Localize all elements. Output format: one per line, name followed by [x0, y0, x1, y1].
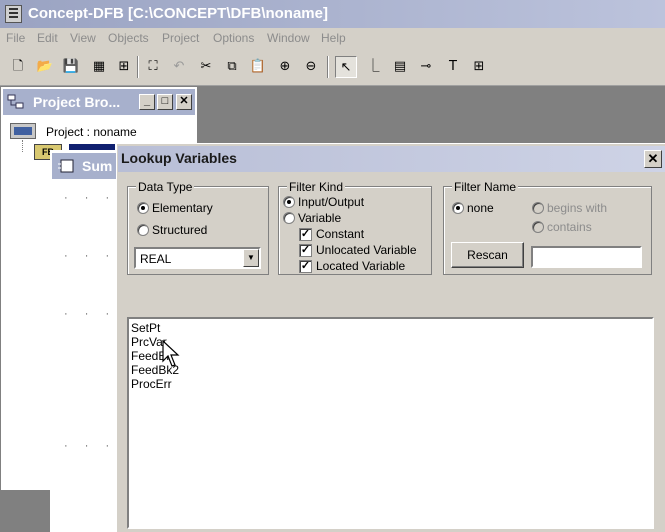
zoom-in-icon[interactable]: ⊕: [274, 56, 296, 78]
unlocated-variable-checkbox[interactable]: ✓: [299, 244, 312, 257]
filter-name-label: Filter Name: [452, 180, 519, 194]
text-icon[interactable]: T: [442, 56, 464, 78]
ftb-icon[interactable]: ▤: [389, 56, 411, 78]
link-icon[interactable]: ⎿: [362, 56, 384, 78]
located-variable-checkbox[interactable]: ✓: [299, 260, 312, 273]
list-item[interactable]: SetPt: [131, 321, 160, 335]
contains-radio[interactable]: [532, 221, 544, 233]
filter-kind-label: Filter Kind: [287, 180, 346, 194]
data-type-select[interactable]: REAL ▼: [134, 247, 261, 269]
elementary-radio[interactable]: [137, 202, 149, 214]
menu-help[interactable]: Help: [321, 31, 346, 45]
data-type-select-value: REAL: [140, 252, 172, 266]
list-item[interactable]: ProcErr: [131, 377, 172, 391]
menu-options[interactable]: Options: [213, 31, 254, 45]
zoom-out-icon[interactable]: ⊖: [300, 56, 322, 78]
dialog-title-bar: Lookup Variables ✕: [118, 146, 665, 172]
cut-icon[interactable]: ✂: [195, 56, 217, 78]
elementary-label[interactable]: Elementary: [152, 201, 213, 215]
input-output-label[interactable]: Input/Output: [298, 195, 364, 209]
dfb-editor-title-bar: Sum: [52, 153, 122, 179]
copy-icon[interactable]: ⧉: [221, 56, 243, 78]
grid-dots: · · ·: [64, 250, 117, 262]
begins-with-label[interactable]: begins with: [547, 201, 607, 215]
grid-dots: · · ·: [64, 192, 117, 204]
menu-bar: File Edit View Objects Project Options W…: [0, 28, 665, 50]
menu-edit[interactable]: Edit: [37, 31, 58, 45]
project-browser-icon: [7, 94, 24, 109]
contains-label[interactable]: contains: [547, 220, 592, 234]
toolbar-separator: [137, 56, 139, 78]
variable-radio[interactable]: [283, 212, 295, 224]
tree-connector: [22, 140, 23, 152]
project-browser-title-bar: Project Bro... _ □ ✕: [3, 89, 195, 115]
app-title-bar: Concept-DFB [C:\CONCEPT\DFB\noname]: [0, 0, 665, 28]
filter-name-input[interactable]: [531, 246, 642, 268]
constant-label[interactable]: Constant: [316, 227, 364, 241]
begins-with-radio[interactable]: [532, 202, 544, 214]
minimize-button[interactable]: _: [139, 94, 155, 110]
properties-icon[interactable]: ▦: [88, 56, 110, 78]
chevron-down-icon[interactable]: ▼: [243, 249, 259, 267]
app-title: Concept-DFB [C:\CONCEPT\DFB\noname]: [28, 5, 328, 22]
undo-icon[interactable]: ↶: [168, 56, 190, 78]
located-variable-label[interactable]: Located Variable: [316, 259, 405, 273]
app-icon: [5, 5, 22, 23]
none-label[interactable]: none: [467, 201, 494, 215]
pin-icon[interactable]: ⊸: [415, 56, 437, 78]
maximize-button[interactable]: □: [157, 94, 173, 110]
menu-window[interactable]: Window: [267, 31, 310, 45]
constant-checkbox[interactable]: ✓: [299, 228, 312, 241]
tree-icon[interactable]: ⊞: [113, 56, 135, 78]
rescan-button[interactable]: Rescan: [451, 242, 524, 268]
paste-icon[interactable]: 📋: [247, 56, 269, 78]
project-label[interactable]: Project : noname: [46, 125, 137, 139]
mouse-cursor-icon: [162, 340, 180, 367]
toolbar-separator: [327, 56, 329, 78]
menu-view[interactable]: View: [70, 31, 96, 45]
project-icon: [10, 123, 36, 139]
menu-objects[interactable]: Objects: [108, 31, 149, 45]
dfb-editor-title: Sum: [82, 158, 113, 174]
menu-project[interactable]: Project: [162, 31, 199, 45]
find-icon[interactable]: ⛶: [142, 56, 164, 78]
dialog-close-button[interactable]: ✕: [644, 150, 662, 168]
menu-file[interactable]: File: [6, 31, 25, 45]
dialog-title: Lookup Variables: [121, 150, 237, 166]
dfb-icon: [58, 159, 74, 173]
grid-icon[interactable]: ⊞: [468, 56, 490, 78]
toolbar: 🗋 📂 💾 ▦ ⊞ ⛶ ↶ ✂ ⧉ 📋 ⊕ ⊖ ↖ ⎿ ▤ ⊸ T ⊞: [0, 50, 665, 86]
variables-list[interactable]: SetPt PrcVar FeedBk FeedBk2 ProcErr: [127, 317, 654, 529]
unlocated-variable-label[interactable]: Unlocated Variable: [316, 243, 417, 257]
structured-label[interactable]: Structured: [152, 223, 207, 237]
open-folder-icon[interactable]: 📂: [34, 56, 56, 78]
save-icon[interactable]: 💾: [60, 56, 82, 78]
project-browser-title: Project Bro...: [33, 94, 121, 110]
new-file-icon[interactable]: 🗋: [7, 56, 29, 78]
variable-label[interactable]: Variable: [298, 211, 341, 225]
close-button[interactable]: ✕: [176, 94, 192, 110]
none-radio[interactable]: [452, 202, 464, 214]
structured-radio[interactable]: [137, 224, 149, 236]
input-output-radio[interactable]: [283, 196, 295, 208]
select-pointer-icon[interactable]: ↖: [335, 56, 357, 78]
data-type-label: Data Type: [136, 180, 195, 194]
